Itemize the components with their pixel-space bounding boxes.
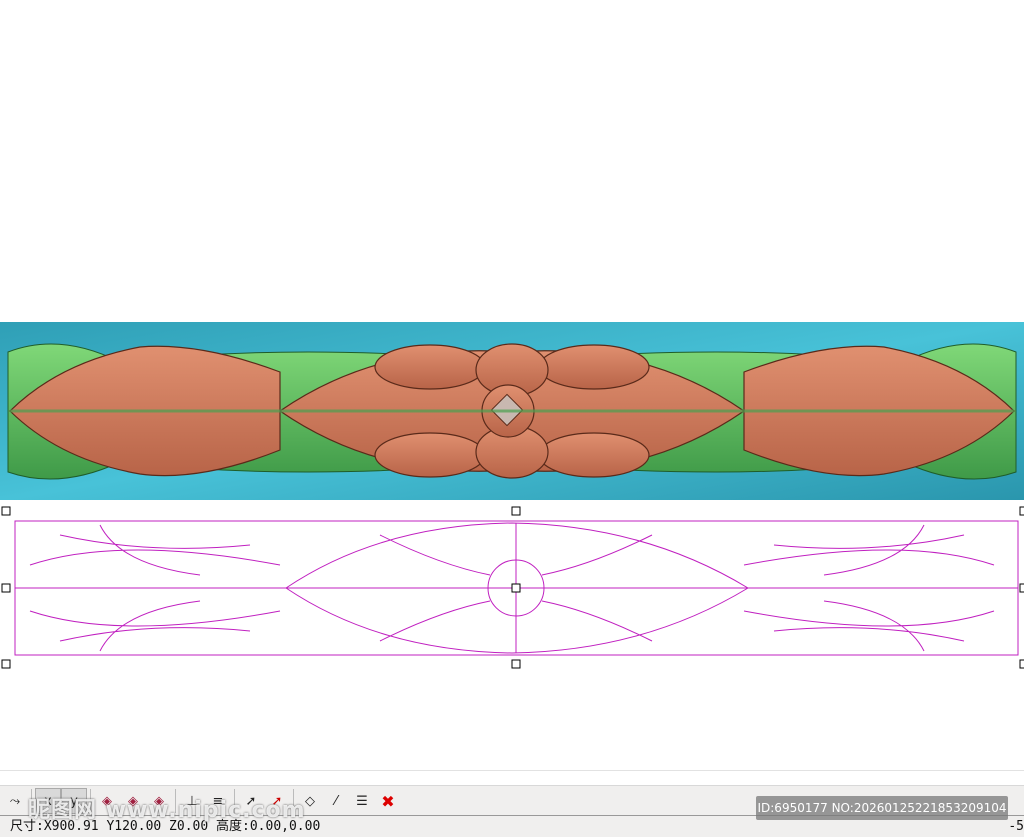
curve-tool-icon[interactable]: ⤳ xyxy=(2,788,28,814)
watermark-logo: 昵图网 www.nipic.com xyxy=(28,798,306,823)
relief-preview xyxy=(0,322,1024,500)
divider xyxy=(0,770,1024,771)
status-right: -5 xyxy=(1008,819,1024,834)
watermark-id: ID:6950177 NO:20260125221853209104 xyxy=(756,796,1008,820)
design-canvas[interactable] xyxy=(0,0,1024,785)
node-edit-icon[interactable]: ⁄ xyxy=(323,788,349,814)
delete-icon[interactable]: ✖ xyxy=(375,788,401,814)
list-icon[interactable]: ☰ xyxy=(349,788,375,814)
vector-outline[interactable] xyxy=(0,505,1024,670)
